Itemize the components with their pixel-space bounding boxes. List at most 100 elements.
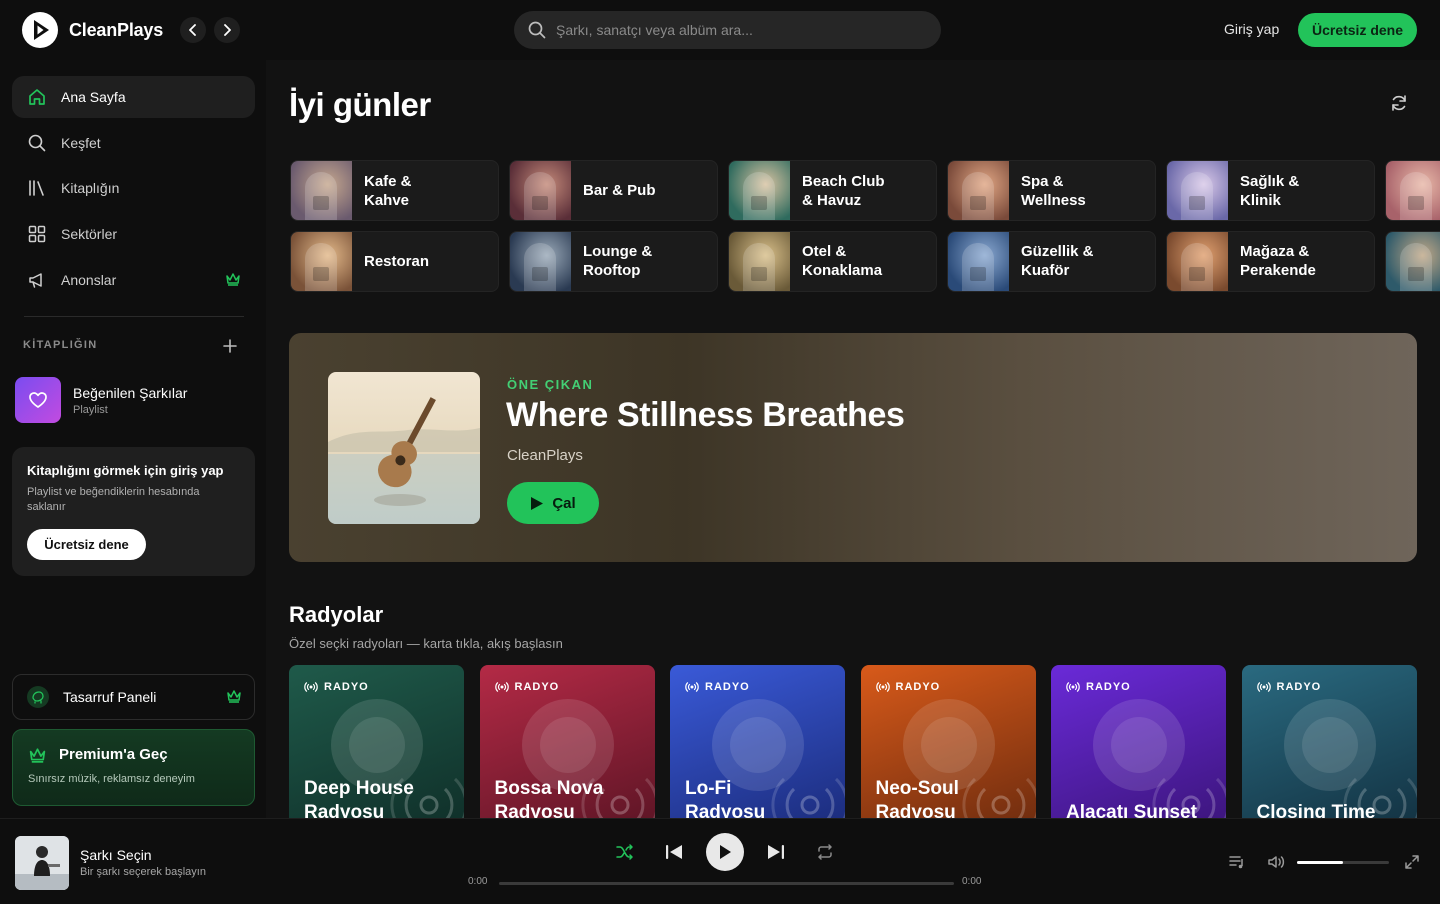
radio-card[interactable]: RADYO Alaçatı Sunset xyxy=(1051,665,1226,818)
category-label: Mağaza & Perakende xyxy=(1240,243,1316,279)
play-pause-button[interactable] xyxy=(706,833,744,871)
featured-banner: ÖNE ÇIKAN Where Stillness Breathes Clean… xyxy=(289,333,1417,562)
radio-card[interactable]: RADYO Closing Time xyxy=(1241,665,1417,818)
next-button[interactable] xyxy=(767,844,785,860)
back-button[interactable] xyxy=(180,17,206,43)
featured-play-label: Çal xyxy=(552,494,576,512)
volume-slider[interactable] xyxy=(1297,860,1389,864)
repeat-button[interactable] xyxy=(816,844,834,860)
mute-button[interactable] xyxy=(1267,854,1285,870)
category-label: Güzellik & Kuaför xyxy=(1021,243,1094,279)
sidebar-item-label: Anonslar xyxy=(61,271,117,288)
now-playing-art xyxy=(15,836,69,890)
category-tile[interactable]: Kafe & Kahve xyxy=(290,160,499,221)
category-tile[interactable] xyxy=(1385,160,1440,221)
liked-songs-item[interactable]: Beğenilen Şarkılar Playlist xyxy=(15,377,187,423)
chevron-right-icon xyxy=(224,24,231,36)
extra-controls xyxy=(1229,854,1419,870)
sidebar-item-explore[interactable]: Keşfet xyxy=(12,122,255,164)
radio-tag: RADYO xyxy=(1066,681,1131,693)
category-tile[interactable]: Beach Club & Havuz xyxy=(728,160,937,221)
category-tile[interactable]: Otel & Konaklama xyxy=(728,230,937,292)
shuffle-button[interactable] xyxy=(616,844,634,860)
progress-bar[interactable] xyxy=(499,882,954,885)
liked-songs-art xyxy=(15,377,61,423)
broadcast-icon xyxy=(494,682,509,692)
login-prompt-card: Kitaplığını görmek için giriş yap Playli… xyxy=(12,447,255,576)
add-playlist-button[interactable] xyxy=(222,338,238,354)
radio-card[interactable]: RADYO Neo-Soul Radyosu xyxy=(860,665,1036,818)
skip-forward-icon xyxy=(768,845,784,859)
category-tile[interactable]: Mağaza & Perakende xyxy=(1166,230,1375,292)
radio-name: Closing Time xyxy=(1256,802,1376,818)
chevron-left-icon xyxy=(189,24,196,36)
premium-upgrade-card[interactable]: Premium'a Geç Sınırsız müzik, reklamsız … xyxy=(12,729,255,806)
radio-card[interactable]: RADYO Bossa Nova Radyosu xyxy=(479,665,655,818)
category-thumbnail xyxy=(291,161,352,220)
time-current: 0:00 xyxy=(468,876,488,887)
featured-title: Where Stillness Breathes xyxy=(506,396,905,434)
login-prompt-button[interactable]: Ücretsiz dene xyxy=(27,529,146,560)
crown-icon xyxy=(226,273,240,286)
featured-cover[interactable] xyxy=(328,372,480,524)
radio-tag: RADYO xyxy=(1256,681,1322,693)
radio-tag: RADYO xyxy=(685,681,750,693)
sidebar-item-home[interactable]: Ana Sayfa xyxy=(12,76,255,118)
category-thumbnail xyxy=(1167,161,1228,220)
refresh-button[interactable] xyxy=(1389,93,1409,113)
category-thumbnail xyxy=(510,161,571,220)
play-icon xyxy=(720,845,731,859)
login-link[interactable]: Giriş yap xyxy=(1224,21,1279,37)
logo[interactable]: CleanPlays xyxy=(22,12,163,48)
featured-play-button[interactable]: Çal xyxy=(507,482,599,524)
radios-section-title: Radyolar xyxy=(289,602,384,627)
category-thumbnail xyxy=(1386,231,1440,291)
queue-button[interactable] xyxy=(1229,855,1245,869)
category-tile[interactable]: Güzellik & Kuaför xyxy=(947,230,1156,292)
radios-section-subtitle: Özel seçki radyoları — karta tıkla, akış… xyxy=(289,636,563,651)
fullscreen-button[interactable] xyxy=(1405,855,1419,869)
category-tile[interactable]: Sağlık & Klinik xyxy=(1166,160,1375,221)
category-tile[interactable] xyxy=(1385,230,1440,292)
category-tile[interactable]: Lounge & Rooftop xyxy=(509,230,718,292)
category-tile[interactable]: Bar & Pub xyxy=(509,160,718,221)
play-icon xyxy=(531,496,544,510)
category-label: Bar & Pub xyxy=(583,182,656,199)
crown-icon xyxy=(29,747,46,763)
playback-controls xyxy=(616,833,834,871)
sidebar-item-library[interactable]: Kitaplığın xyxy=(12,167,255,209)
category-thumbnail xyxy=(948,231,1009,291)
forward-button[interactable] xyxy=(214,17,240,43)
category-label: Beach Club & Havuz xyxy=(802,172,885,209)
track-subtitle: Bir şarkı seçerek başlayın xyxy=(80,866,206,878)
radio-tag-label: RADYO xyxy=(1086,681,1131,693)
radio-tag: RADYO xyxy=(875,681,941,693)
search-bar[interactable] xyxy=(514,11,941,49)
radio-name: Lo-Fi Radyosu xyxy=(685,778,766,818)
volume-icon xyxy=(1268,856,1285,868)
previous-button[interactable] xyxy=(665,844,683,860)
savings-panel-button[interactable]: Tasarruf Paneli xyxy=(12,674,255,720)
try-free-button[interactable]: Ücretsiz dene xyxy=(1298,13,1417,47)
category-label: Spa & Wellness xyxy=(1021,172,1086,209)
radio-card[interactable]: RADYO Lo-Fi Radyosu xyxy=(670,665,845,818)
history-nav xyxy=(180,17,240,43)
top-bar: CleanPlays Giriş yap Ücretsiz dene xyxy=(0,0,1440,60)
featured-eyebrow: ÖNE ÇIKAN xyxy=(507,377,594,392)
category-thumbnail xyxy=(1386,161,1440,220)
sidebar-item-announcements[interactable]: Anonslar xyxy=(12,259,255,301)
category-thumbnail xyxy=(729,161,790,220)
category-label: Sağlık & Klinik xyxy=(1240,172,1300,209)
search-input[interactable] xyxy=(556,22,916,38)
sidebar-item-sectors[interactable]: Sektörler xyxy=(12,213,255,255)
category-tile[interactable]: Restoran xyxy=(290,230,499,292)
broadcast-icon xyxy=(1066,682,1080,692)
radio-tag: RADYO xyxy=(494,681,560,693)
radio-name: Bossa Nova Radyosu xyxy=(494,778,604,818)
radio-tag-label: RADYO xyxy=(895,681,941,693)
sidebar-item-label: Kitaplığın xyxy=(61,180,120,197)
player-bar: Şarkı Seçin Bir şarkı seçerek başlayın 0… xyxy=(0,818,1440,904)
category-tile[interactable]: Spa & Wellness xyxy=(947,160,1156,221)
refresh-icon xyxy=(1392,95,1406,111)
radio-card[interactable]: RADYO Deep House Radyosu xyxy=(289,665,464,818)
